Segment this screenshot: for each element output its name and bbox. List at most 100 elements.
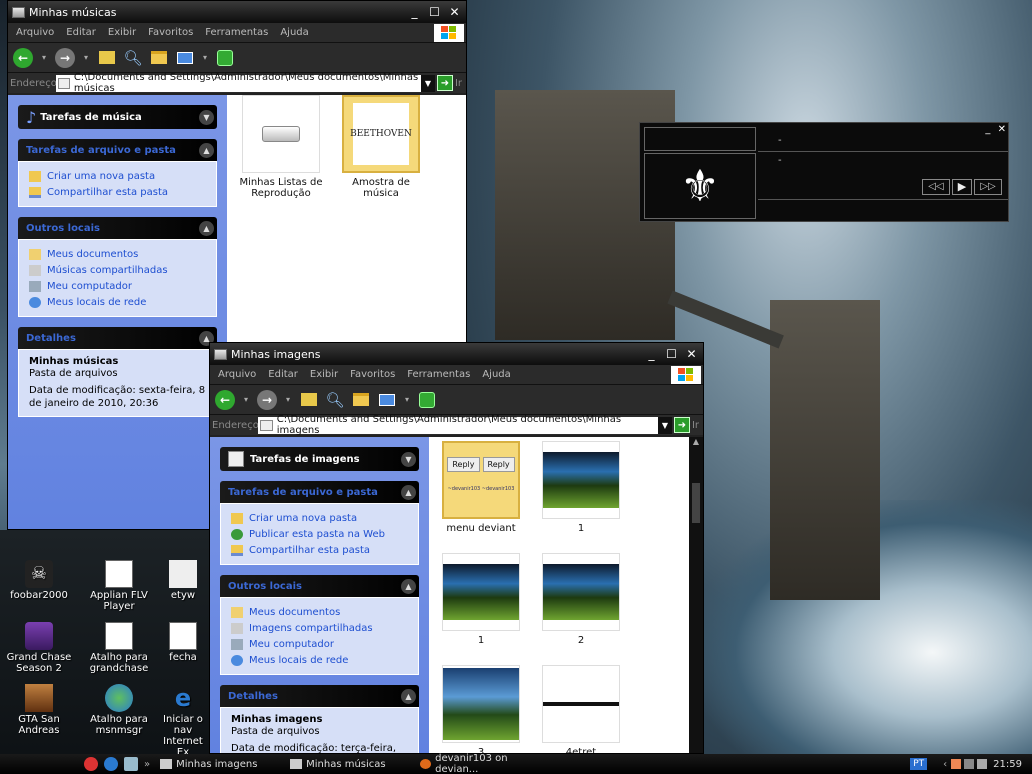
address-input[interactable]: C:\Documents and Settings\Administrador\…: [258, 414, 658, 436]
views-button[interactable]: [376, 389, 398, 411]
up-folder-button[interactable]: [96, 47, 118, 69]
quicklaunch-expand-icon[interactable]: »: [144, 759, 150, 770]
close-button[interactable]: ✕: [446, 4, 463, 21]
menu-arquivo[interactable]: Arquivo: [212, 369, 262, 380]
up-folder-button[interactable]: [298, 389, 320, 411]
menu-ajuda[interactable]: Ajuda: [476, 369, 516, 380]
vertical-scrollbar[interactable]: ▲: [689, 437, 703, 753]
task-minhas-imagens[interactable]: Minhas imagens: [154, 756, 280, 772]
folder-item-menu-deviant[interactable]: Reply Reply ~devanir103 ~devanir103 menu…: [441, 441, 521, 534]
link-share-folder[interactable]: Compartilhar esta pasta: [29, 184, 206, 200]
views-dropdown-icon[interactable]: ▾: [402, 389, 412, 411]
task-minhas-musicas[interactable]: Minhas músicas: [284, 756, 410, 772]
forward-dropdown-icon[interactable]: ▾: [80, 47, 92, 69]
back-button[interactable]: ←: [12, 47, 34, 69]
minimize-button[interactable]: _: [643, 346, 660, 363]
link-publish-web[interactable]: Publicar esta pasta na Web: [231, 526, 408, 542]
scroll-up-icon[interactable]: ▲: [689, 437, 703, 446]
close-icon[interactable]: ✕: [998, 124, 1006, 135]
menu-arquivo[interactable]: Arquivo: [10, 27, 60, 38]
menu-favoritos[interactable]: Favoritos: [344, 369, 401, 380]
panel-header[interactable]: Outros locais ▲: [18, 217, 217, 239]
link-my-computer[interactable]: Meu computador: [29, 278, 206, 294]
menu-favoritos[interactable]: Favoritos: [142, 27, 199, 38]
minimize-button[interactable]: _: [406, 4, 423, 21]
quicklaunch-browser-icon[interactable]: [84, 757, 98, 771]
back-dropdown-icon[interactable]: ▾: [240, 389, 252, 411]
back-dropdown-icon[interactable]: ▾: [38, 47, 50, 69]
maximize-button[interactable]: ☐: [663, 346, 680, 363]
folders-button[interactable]: [350, 389, 372, 411]
folders-button[interactable]: [148, 47, 170, 69]
chevron-up-icon[interactable]: ▲: [401, 578, 416, 594]
folder-item-playlists[interactable]: Minhas Listas de Reprodução: [239, 95, 323, 199]
link-new-folder[interactable]: Criar uma nova pasta: [231, 510, 408, 526]
chevron-up-icon[interactable]: ▲: [401, 484, 416, 500]
desktop-icon-grandchase[interactable]: Grand Chase Season 2: [0, 622, 78, 674]
link-my-documents[interactable]: Meus documentos: [29, 246, 206, 262]
go-label[interactable]: Ir: [455, 78, 462, 89]
menu-exibir[interactable]: Exibir: [304, 369, 344, 380]
desktop-icon-applian[interactable]: Applian FLV Player: [80, 560, 158, 612]
menu-exibir[interactable]: Exibir: [102, 27, 142, 38]
panel-header[interactable]: ♪ Tarefas de música ▼: [18, 105, 217, 129]
search-button[interactable]: 🔍︎: [122, 47, 144, 69]
minimize-icon[interactable]: _: [985, 124, 990, 135]
panel-header[interactable]: Tarefas de arquivo e pasta ▲: [18, 139, 217, 161]
menu-ferramentas[interactable]: Ferramentas: [401, 369, 476, 380]
desktop-icon-gta[interactable]: GTA San Andreas: [0, 684, 78, 736]
chevron-down-icon[interactable]: ▼: [199, 109, 214, 125]
panel-header[interactable]: Detalhes ▲: [18, 327, 217, 349]
panel-header[interactable]: Tarefas de imagens ▼: [220, 447, 419, 471]
menu-ferramentas[interactable]: Ferramentas: [199, 27, 274, 38]
link-share-folder[interactable]: Compartilhar esta pasta: [231, 542, 408, 558]
address-dropdown-button[interactable]: ▼: [420, 74, 435, 92]
forward-dropdown-icon[interactable]: ▾: [282, 389, 294, 411]
go-label[interactable]: Ir: [692, 420, 699, 431]
views-dropdown-icon[interactable]: ▾: [200, 47, 210, 69]
link-my-documents[interactable]: Meus documentos: [231, 604, 408, 620]
image-item[interactable]: 3: [441, 665, 521, 753]
rewind-button[interactable]: ◁◁: [922, 179, 950, 195]
go-button[interactable]: ➜: [673, 417, 690, 433]
folder-item-sample-music[interactable]: BEETHOVEN Amostra de música: [339, 95, 423, 199]
panel-header[interactable]: Tarefas de arquivo e pasta ▲: [220, 481, 419, 503]
link-shared-music[interactable]: Músicas compartilhadas: [29, 262, 206, 278]
back-button[interactable]: ←: [214, 389, 236, 411]
sync-button[interactable]: [416, 389, 438, 411]
address-input[interactable]: C:\Documents and Settings\Administrador\…: [56, 72, 421, 94]
scroll-thumb[interactable]: [692, 483, 700, 523]
titlebar[interactable]: Minhas músicas _ ☐ ✕: [8, 1, 466, 23]
search-button[interactable]: 🔍︎: [324, 389, 346, 411]
titlebar[interactable]: Minhas imagens _ ☐ ✕: [210, 343, 703, 365]
link-network-places[interactable]: Meus locais de rede: [29, 294, 206, 310]
maximize-button[interactable]: ☐: [426, 4, 443, 21]
volume-icon[interactable]: [977, 759, 988, 769]
task-firefox[interactable]: devanir103 on devian...: [414, 753, 544, 774]
desktop-icon-foobar2000[interactable]: ☠ foobar2000: [0, 560, 78, 601]
image-item[interactable]: 2: [541, 553, 621, 646]
chevron-up-icon[interactable]: ▲: [199, 220, 214, 236]
link-shared-pictures[interactable]: Imagens compartilhadas: [231, 620, 408, 636]
menu-editar[interactable]: Editar: [262, 369, 304, 380]
desktop-icon-ie[interactable]: e Iniciar o nav Internet Ex: [158, 684, 208, 758]
image-item[interactable]: 1: [441, 553, 521, 646]
chevron-up-icon[interactable]: ▲: [199, 142, 214, 158]
clock[interactable]: 21:59: [993, 759, 1022, 770]
address-dropdown-button[interactable]: ▼: [657, 416, 672, 434]
tray-app-icon[interactable]: [951, 759, 962, 769]
chevron-down-icon[interactable]: ▼: [401, 451, 416, 467]
quicklaunch-desktop-icon[interactable]: [124, 757, 138, 771]
panel-header[interactable]: Outros locais ▲: [220, 575, 419, 597]
chevron-up-icon[interactable]: ▲: [401, 688, 416, 704]
menu-ajuda[interactable]: Ajuda: [274, 27, 314, 38]
language-indicator[interactable]: PT: [910, 758, 928, 770]
menu-editar[interactable]: Editar: [60, 27, 102, 38]
forward-button[interactable]: →: [256, 389, 278, 411]
go-button[interactable]: ➜: [436, 75, 453, 91]
forward-button[interactable]: →: [54, 47, 76, 69]
desktop-icon-atalho-grandchase[interactable]: Atalho para grandchase: [80, 622, 158, 674]
desktop-icon-etyw[interactable]: etyw: [158, 560, 208, 601]
quicklaunch-download-icon[interactable]: [104, 757, 118, 771]
link-new-folder[interactable]: Criar uma nova pasta: [29, 168, 206, 184]
